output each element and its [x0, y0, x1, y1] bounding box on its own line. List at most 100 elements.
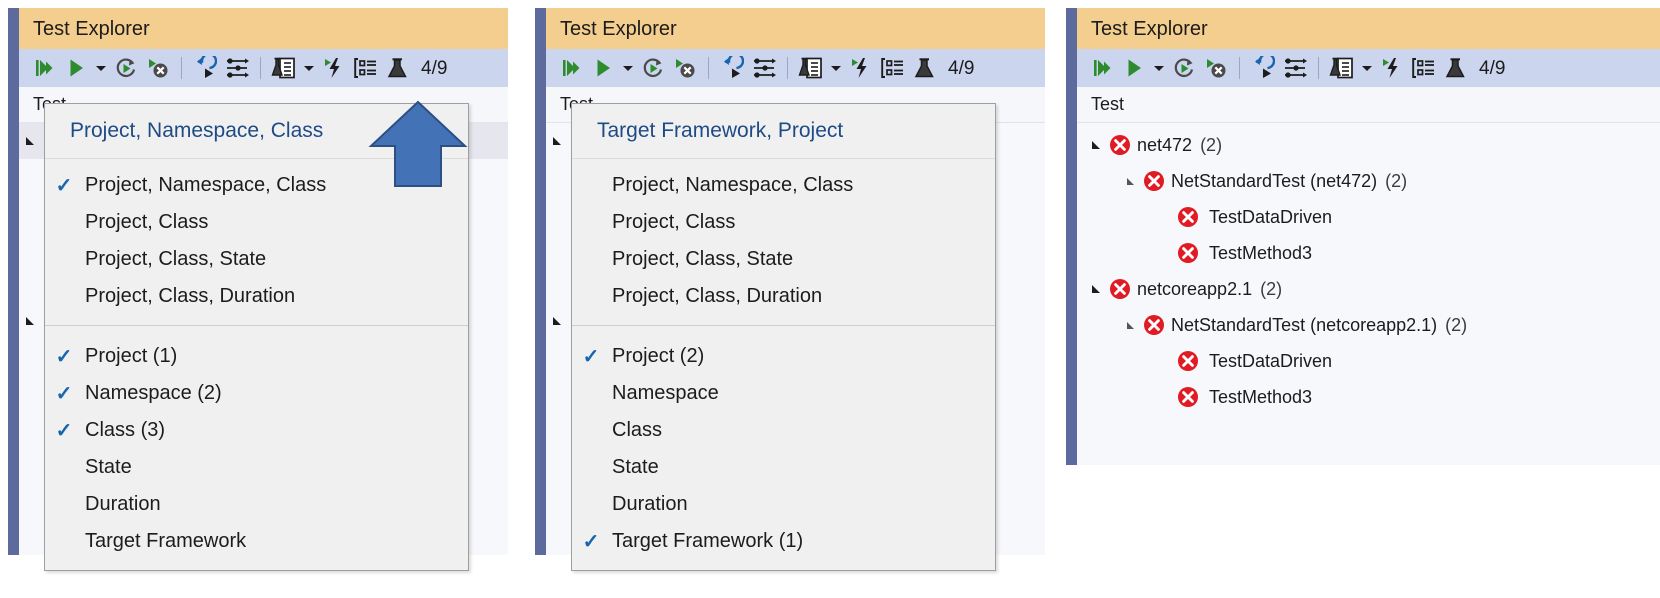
- playlist-icon[interactable]: [749, 53, 779, 83]
- test-settings-icon[interactable]: [1441, 53, 1471, 83]
- table-row[interactable]: TestMethod3: [1077, 235, 1660, 271]
- menu-item-field[interactable]: State: [45, 449, 468, 486]
- playlist-icon[interactable]: [1280, 53, 1310, 83]
- profile-test-icon[interactable]: [1377, 53, 1407, 83]
- menu-item-field[interactable]: Duration: [572, 486, 995, 523]
- coverage-dropdown-caret-icon[interactable]: [828, 53, 844, 83]
- menu-item-field[interactable]: Namespace: [572, 375, 995, 412]
- run-icon[interactable]: [61, 53, 91, 83]
- run-all-tests-icon[interactable]: [1087, 53, 1117, 83]
- run-all-tests-icon[interactable]: [29, 53, 59, 83]
- toolbar-separator: [787, 57, 788, 79]
- test-count-label: 4/9: [1479, 57, 1506, 79]
- test-failed-icon: [1107, 277, 1133, 301]
- menu-item-field[interactable]: ✓ Class (3): [45, 412, 468, 449]
- collapse-triangle-icon[interactable]: [19, 135, 41, 147]
- up-arrow-annotation: [368, 100, 468, 188]
- stop-test-run-icon[interactable]: [670, 53, 700, 83]
- menu-item-field[interactable]: ✓ Project (2): [572, 338, 995, 375]
- check-icon: ✓: [582, 531, 600, 553]
- analyze-coverage-icon[interactable]: [1327, 53, 1357, 83]
- group-by-field-section: ✓ Project (2) Namespace Class State Dura…: [572, 332, 995, 570]
- menu-item-layout[interactable]: Project, Class: [45, 204, 468, 241]
- run-dropdown-caret-icon[interactable]: [1151, 53, 1167, 83]
- analyze-coverage-icon[interactable]: [796, 53, 826, 83]
- menu-item-layout[interactable]: Project, Class, State: [572, 241, 995, 278]
- tree-node-count: (2): [1200, 134, 1223, 155]
- tree-node-count: (2): [1260, 278, 1283, 299]
- repeat-last-run-icon[interactable]: [638, 53, 668, 83]
- collapse-triangle-icon[interactable]: [1119, 176, 1141, 187]
- menu-item-field[interactable]: ✓ Target Framework (1): [572, 523, 995, 560]
- coverage-dropdown-caret-icon[interactable]: [1359, 53, 1375, 83]
- check-icon: ✓: [55, 346, 73, 368]
- coverage-dropdown-caret-icon[interactable]: [301, 53, 317, 83]
- test-failed-icon: [1175, 205, 1201, 229]
- profile-test-icon[interactable]: [846, 53, 876, 83]
- table-row[interactable]: NetStandardTest (netcoreapp2.1) (2): [1077, 307, 1660, 343]
- toolbar: 4/9: [1077, 49, 1660, 87]
- test-failed-icon: [1141, 169, 1167, 193]
- menu-item-layout[interactable]: Project, Class, Duration: [45, 278, 468, 315]
- run-icon[interactable]: [588, 53, 618, 83]
- tree-node-label: NetStandardTest (netcoreapp2.1): [1171, 314, 1438, 335]
- run-failed-tests-icon[interactable]: [1248, 53, 1278, 83]
- test-count-label: 4/9: [421, 57, 448, 79]
- menu-item-layout[interactable]: Project, Namespace, Class: [572, 167, 995, 204]
- test-failed-icon: [1175, 385, 1201, 409]
- table-row[interactable]: TestMethod3: [1077, 379, 1660, 415]
- menu-item-field[interactable]: ✓ Project (1): [45, 338, 468, 375]
- run-failed-tests-icon[interactable]: [717, 53, 747, 83]
- collapse-triangle-icon[interactable]: [1085, 283, 1107, 295]
- title-bar: Test Explorer: [19, 8, 508, 49]
- stop-test-run-icon[interactable]: [1201, 53, 1231, 83]
- tree-node-label: netcoreapp2.1: [1137, 278, 1253, 299]
- group-by-menu-header: Target Framework, Project: [572, 104, 995, 159]
- group-by-icon[interactable]: [351, 53, 381, 83]
- repeat-last-run-icon[interactable]: [111, 53, 141, 83]
- repeat-last-run-icon[interactable]: [1169, 53, 1199, 83]
- screenshot-root: Test Explorer 4/9 Project, Namespace, Cl…: [0, 0, 1660, 598]
- collapse-triangle-icon[interactable]: [546, 135, 568, 147]
- table-row[interactable]: TestDataDriven: [1077, 343, 1660, 379]
- group-by-icon[interactable]: [1409, 53, 1439, 83]
- test-settings-icon[interactable]: [910, 53, 940, 83]
- column-header: Test: [1077, 87, 1660, 123]
- toolbar: 4/9: [546, 49, 1045, 87]
- menu-item-layout[interactable]: Project, Class: [572, 204, 995, 241]
- test-count-label: 4/9: [948, 57, 975, 79]
- analyze-coverage-icon[interactable]: [269, 53, 299, 83]
- collapse-triangle-icon[interactable]: [1085, 139, 1107, 151]
- table-row[interactable]: TestDataDriven: [1077, 199, 1660, 235]
- menu-item-field[interactable]: Duration: [45, 486, 468, 523]
- menu-item-field[interactable]: Class: [572, 412, 995, 449]
- run-dropdown-caret-icon[interactable]: [93, 53, 109, 83]
- test-failed-icon: [1175, 349, 1201, 373]
- title-bar: Test Explorer: [1077, 8, 1660, 49]
- stop-test-run-icon[interactable]: [143, 53, 173, 83]
- menu-item-layout[interactable]: Project, Class, State: [45, 241, 468, 278]
- group-by-icon[interactable]: [878, 53, 908, 83]
- menu-item-field[interactable]: State: [572, 449, 995, 486]
- run-all-tests-icon[interactable]: [556, 53, 586, 83]
- playlist-icon[interactable]: [222, 53, 252, 83]
- menu-item-field[interactable]: ✓ Namespace (2): [45, 375, 468, 412]
- test-tree: net472 (2) NetStandardTest (net472) (2): [1077, 123, 1660, 465]
- collapse-triangle-icon[interactable]: [546, 315, 568, 327]
- test-settings-icon[interactable]: [383, 53, 413, 83]
- run-icon[interactable]: [1119, 53, 1149, 83]
- panel-test-results-tree: Test Explorer 4/9 Test net472 (2) NetSta…: [1066, 8, 1660, 465]
- collapse-triangle-icon[interactable]: [1119, 320, 1141, 331]
- collapse-triangle-icon[interactable]: [19, 315, 41, 327]
- table-row[interactable]: NetStandardTest (net472) (2): [1077, 163, 1660, 199]
- toolbar-separator: [708, 57, 709, 79]
- title-bar: Test Explorer: [546, 8, 1045, 49]
- menu-item-layout[interactable]: Project, Class, Duration: [572, 278, 995, 315]
- tree-node-label: TestDataDriven: [1209, 206, 1333, 227]
- run-failed-tests-icon[interactable]: [190, 53, 220, 83]
- table-row[interactable]: netcoreapp2.1 (2): [1077, 271, 1660, 307]
- profile-test-icon[interactable]: [319, 53, 349, 83]
- menu-item-field[interactable]: Target Framework: [45, 523, 468, 560]
- run-dropdown-caret-icon[interactable]: [620, 53, 636, 83]
- table-row[interactable]: net472 (2): [1077, 127, 1660, 163]
